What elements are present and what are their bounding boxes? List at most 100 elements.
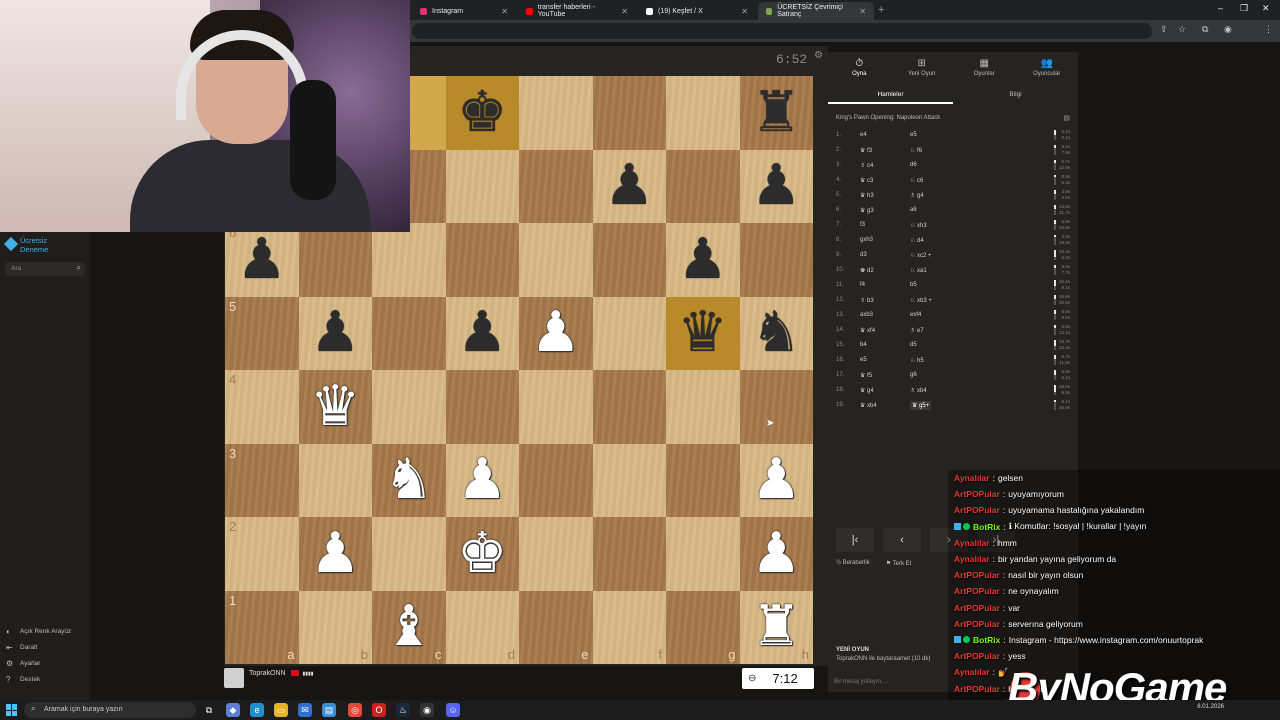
square-a2[interactable]: 2	[225, 517, 299, 591]
edge-icon[interactable]: e	[250, 703, 264, 717]
square-b5[interactable]: ♟	[298, 296, 372, 370]
obs-icon[interactable]: ◉	[420, 703, 434, 717]
square-g2[interactable]	[666, 517, 740, 591]
opera-icon[interactable]: O	[372, 703, 386, 717]
black-move[interactable]: e5	[910, 132, 917, 138]
square-e8[interactable]	[519, 76, 593, 150]
square-h5[interactable]: ♞	[739, 296, 813, 370]
black-move[interactable]: ♘ xc2 +	[910, 252, 932, 259]
task-view-icon[interactable]: ⧉	[202, 703, 216, 717]
white-move[interactable]: b4	[860, 342, 867, 348]
square-d2[interactable]: ♚	[445, 517, 519, 591]
square-a4[interactable]: 4	[225, 370, 299, 444]
square-d8[interactable]: ♚	[445, 76, 519, 150]
tab-chess[interactable]: ÜCRETSİZ Çevrimiçi Satranç ✕	[758, 2, 874, 20]
close-window-button[interactable]: ✕	[1262, 3, 1270, 14]
square-c2[interactable]	[372, 517, 446, 591]
tab-info[interactable]: Bilgi	[953, 88, 1078, 104]
black-pawn-icon[interactable]: ♟	[310, 305, 360, 361]
chrome-icon[interactable]: ◎	[348, 703, 362, 717]
tab-instagram[interactable]: Instagram ✕	[412, 2, 516, 20]
white-move[interactable]: d3	[860, 252, 867, 258]
white-bishop-icon[interactable]: ♝	[384, 599, 434, 655]
white-move[interactable]: f3	[860, 222, 865, 228]
square-c4[interactable]	[372, 370, 446, 444]
discord-icon[interactable]: ☺	[446, 703, 460, 717]
black-pawn-icon[interactable]: ♟	[604, 158, 654, 214]
black-move[interactable]: g6	[910, 372, 917, 378]
square-c1[interactable]: c ♝	[372, 590, 446, 664]
white-move[interactable]: e4	[860, 132, 867, 138]
white-move[interactable]: ♛ h3	[860, 192, 874, 199]
black-move[interactable]: ♘ xb3 +	[910, 297, 932, 304]
square-a1[interactable]: 1a	[225, 590, 299, 664]
tab-players[interactable]: 👥 Oyuncular	[1016, 52, 1079, 82]
square-a3[interactable]: 3	[225, 443, 299, 517]
avatar[interactable]	[224, 668, 244, 688]
square-g3[interactable]	[666, 443, 740, 517]
bottom-player-name[interactable]: ToprakONN	[249, 670, 286, 677]
square-h6[interactable]	[739, 223, 813, 297]
black-move[interactable]: ♗ xb4	[910, 387, 927, 394]
menu-icon[interactable]: ⋮	[1264, 24, 1273, 35]
resign-button[interactable]: ⚑ Terk Et	[886, 560, 912, 567]
sidebar-item-light-theme[interactable]: ◐ Açık Renk Arayüz	[6, 627, 71, 636]
white-move[interactable]: ♛ g3	[860, 207, 874, 214]
square-e7[interactable]	[519, 149, 593, 223]
square-e4[interactable]	[519, 370, 593, 444]
square-a5[interactable]: 5	[225, 296, 299, 370]
square-g5[interactable]: ♛	[666, 296, 740, 370]
taskbar-search-input[interactable]: ⌕ Aramak için buraya yazın	[24, 702, 196, 718]
square-e3[interactable]	[519, 443, 593, 517]
tab-x[interactable]: (19) Keşfet / X ✕	[638, 2, 756, 20]
black-rook-icon[interactable]: ♜	[751, 84, 801, 141]
steam-icon[interactable]: ♨	[396, 703, 410, 717]
square-h7[interactable]: ♟	[739, 149, 813, 223]
white-move[interactable]: ♗ c4	[860, 162, 873, 169]
square-d6[interactable]	[445, 223, 519, 297]
windows-start-icon[interactable]	[6, 704, 18, 716]
sidebar-item-collapse[interactable]: ⇤ Daralt	[6, 643, 37, 652]
book-icon[interactable]: ▤	[1063, 114, 1070, 122]
white-pawn-icon[interactable]: ♟	[531, 305, 581, 361]
white-move[interactable]: e5	[860, 357, 867, 363]
black-pawn-icon[interactable]: ♟	[678, 231, 728, 288]
sidebar-search-input[interactable]: Ara ⌕	[5, 262, 85, 276]
black-move[interactable]: ♘ c6	[910, 177, 923, 184]
previous-move-button[interactable]: ‹	[883, 528, 921, 552]
black-move[interactable]: ♘ h5	[910, 357, 924, 364]
extensions-icon[interactable]: ⧉	[1202, 24, 1208, 35]
tab-moves[interactable]: Hamleler	[828, 88, 953, 104]
square-d4[interactable]	[445, 370, 519, 444]
white-move[interactable]: ♛ f3	[860, 147, 872, 154]
square-b4[interactable]: ♛	[298, 370, 372, 444]
black-move[interactable]: ♗ g4	[910, 192, 924, 199]
black-move[interactable]: d6	[910, 162, 917, 168]
black-move[interactable]: ♘ f6	[910, 147, 922, 154]
white-rook-icon[interactable]: ♜	[751, 599, 801, 655]
white-pawn-icon[interactable]: ♟	[751, 525, 801, 582]
close-icon[interactable]: ✕	[741, 7, 748, 16]
black-move[interactable]: ♗ e7	[910, 327, 924, 334]
url-input[interactable]	[412, 23, 1152, 39]
tab-play[interactable]: ⏱ Oyna	[828, 52, 891, 82]
board-settings-icon[interactable]: ⚙	[814, 50, 823, 61]
square-e1[interactable]: e	[519, 590, 593, 664]
free-trial-link[interactable]: Ücretsiz Deneme	[3, 236, 48, 254]
black-pawn-icon[interactable]: ♟	[457, 305, 507, 361]
square-h8[interactable]: ♜	[739, 76, 813, 150]
copilot-icon[interactable]: ◆	[226, 703, 240, 717]
square-b2[interactable]: ♟	[298, 517, 372, 591]
sidebar-item-settings[interactable]: ⚙ Ayarlar	[6, 659, 40, 668]
square-d5[interactable]: ♟	[445, 296, 519, 370]
square-g1[interactable]: g	[666, 590, 740, 664]
white-move[interactable]: ♛ g4	[860, 387, 874, 394]
square-g6[interactable]: ♟	[666, 223, 740, 297]
white-move[interactable]: ♛ xf4	[860, 327, 875, 334]
first-move-button[interactable]: |‹	[836, 528, 874, 552]
white-pawn-icon[interactable]: ♟	[751, 452, 801, 508]
square-c3[interactable]: ♞	[372, 443, 446, 517]
close-icon[interactable]: ✕	[501, 7, 508, 16]
black-move[interactable]: b5	[910, 282, 917, 288]
square-h3[interactable]: ♟	[739, 443, 813, 517]
